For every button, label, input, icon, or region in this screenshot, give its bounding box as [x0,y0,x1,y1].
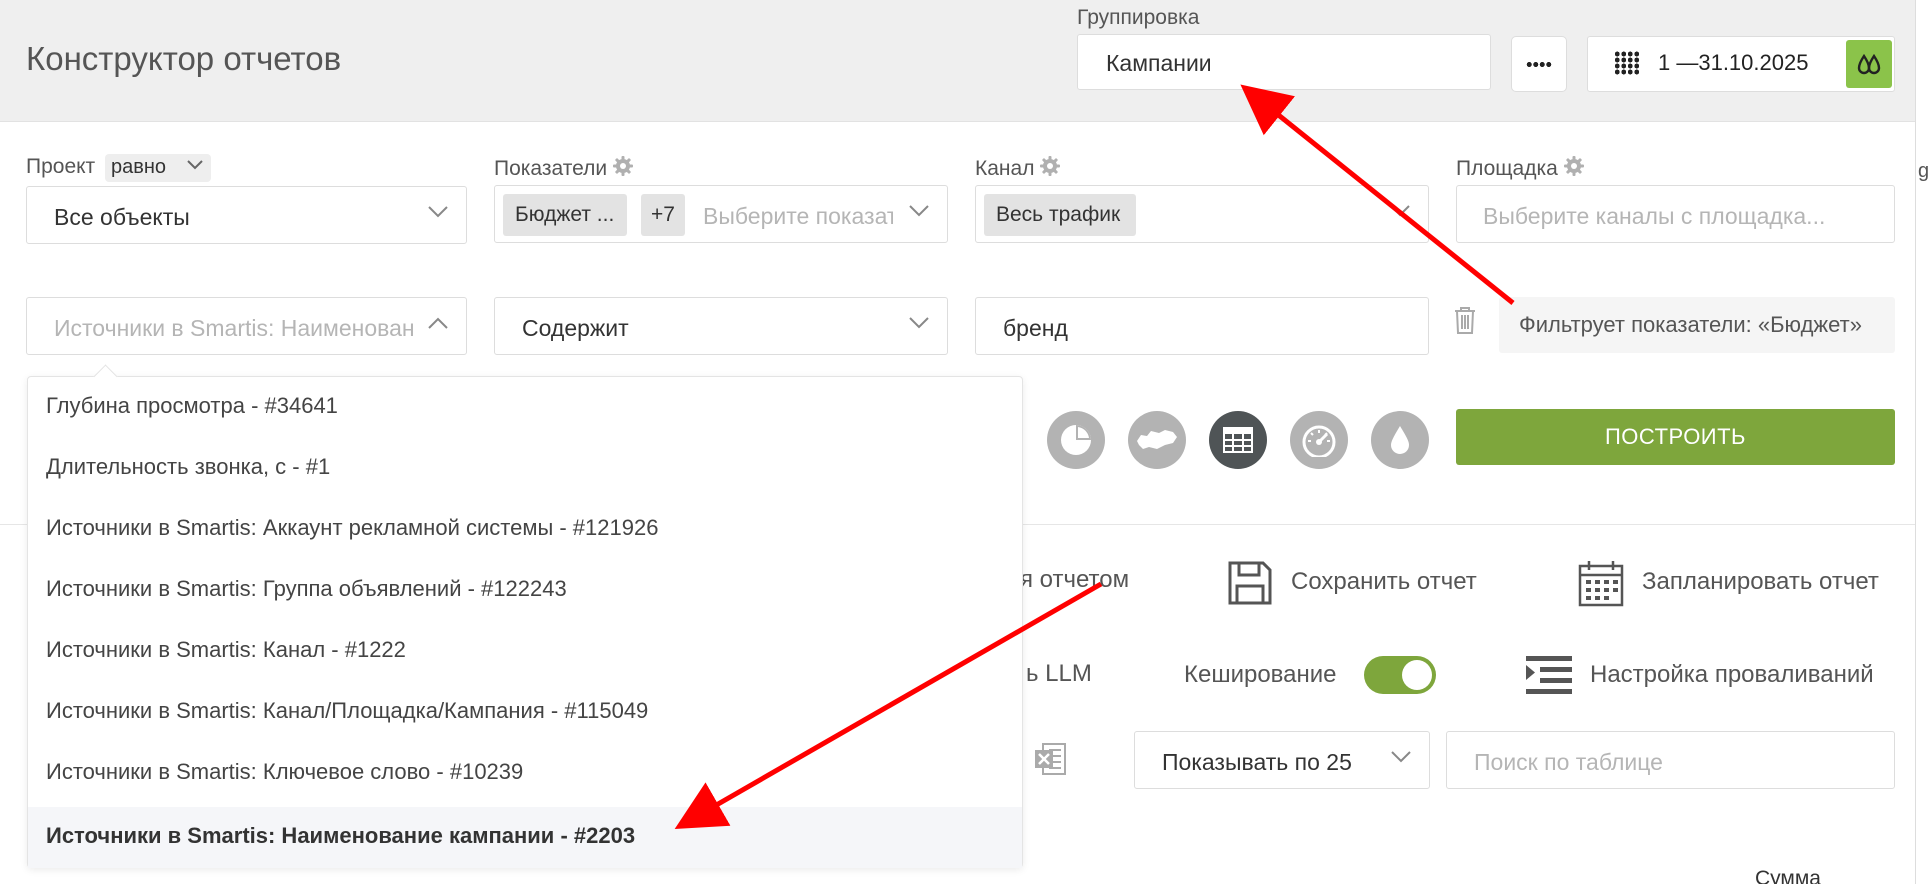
dots-icon [1526,61,1552,67]
save-report-button[interactable]: Сохранить отчет [1291,568,1477,596]
gauge-icon [1302,425,1336,457]
chevron-down-icon [909,205,929,217]
condition-value-input[interactable]: бренд [975,297,1429,355]
schedule-report-button[interactable]: Запланировать отчет [1642,568,1879,596]
header-bar: Конструктор отчетов Группировка Кампании… [0,0,1930,122]
calendar-icon [1578,561,1624,607]
dropdown-option[interactable]: Источники в Smartis: Аккаунт рекламной с… [28,499,1022,560]
dropdown-option[interactable]: Источники в Smartis: Канал/Площадка/Камп… [28,682,1022,743]
dropdown-option[interactable]: Источники в Smartis: Канал - #1222 [28,621,1022,682]
view-table-button[interactable] [1209,411,1267,469]
share-report-link[interactable]: я отчетом [1020,566,1129,594]
grouping-select[interactable]: Кампании [1077,34,1491,90]
condition-value-text: бренд [1003,315,1068,341]
toggle-knob [1402,660,1432,690]
sum-column-header: Сумма [1755,867,1821,884]
channel-label: Канал [975,155,1061,181]
excel-export-icon[interactable] [1033,742,1067,776]
drops-icon [1857,53,1881,75]
condition-field-select[interactable]: Источники в Smartis: Наименование кампан… [26,297,467,355]
drilldown-settings-button[interactable]: Настройка проваливаний [1590,661,1874,689]
project-operator-text: равно [111,156,167,178]
drilldown-list-icon [1526,656,1572,694]
dropdown-option[interactable]: Длительность звонка, с - #1 [28,438,1022,499]
llm-link[interactable]: ь LLM [1026,660,1092,688]
chevron-down-icon [428,206,448,218]
edge-text: g [1918,160,1930,182]
dropdown-option[interactable]: Источники в Smartis: Ключевое слово - #1… [28,743,1022,804]
condition-field-placeholder: Источники в Smartis: Наименование кампан… [54,315,414,341]
gear-icon[interactable] [1563,155,1585,177]
attribution-button[interactable] [1846,40,1892,88]
metrics-label-text: Показатели [494,157,608,180]
platform-select[interactable]: Выберите каналы с площадка... [1456,185,1895,243]
chevron-down-icon [187,160,203,170]
save-disk-icon [1228,561,1272,605]
platform-label-text: Площадка [1456,157,1558,180]
metrics-more-tag[interactable]: +7 [641,194,685,236]
caching-label: Кеширование [1184,661,1337,688]
channel-tag[interactable]: Весь трафик [984,194,1136,236]
channel-select[interactable]: Весь трафик [975,185,1429,243]
date-range-text: 1 —31.10.2025 [1658,50,1809,75]
metric-tag[interactable]: Бюджет ... [503,194,627,236]
view-drop-button[interactable] [1371,411,1429,469]
calendar-grid-icon [1614,51,1640,75]
field-dropdown-list: Глубина просмотра - #34641 Длительность … [27,376,1023,868]
chevron-down-icon [1391,751,1411,763]
trash-icon[interactable] [1453,305,1477,335]
table-search-placeholder: Поиск по таблице [1474,749,1663,775]
build-button[interactable]: ПОСТРОИТЬ [1456,409,1895,465]
dropdown-option-selected[interactable]: Источники в Smartis: Наименование кампан… [28,807,1022,868]
metrics-select[interactable]: Бюджет ... +7 Выберите показатели [494,185,948,243]
project-label: Проект [26,155,96,178]
chevron-down-icon [1390,205,1410,217]
grouping-label: Группировка [1077,6,1200,29]
page-title: Конструктор отчетов [26,40,342,77]
project-operator-select[interactable]: равно [105,154,211,182]
view-gauge-button[interactable] [1290,411,1348,469]
platform-label: Площадка [1456,155,1585,181]
dropdown-option[interactable]: Источники в Smartis: Группа объявлений -… [28,560,1022,621]
gear-icon[interactable] [612,155,634,177]
metrics-placeholder: Выберите показатели [703,203,893,229]
view-map-button[interactable] [1128,411,1186,469]
metrics-label: Показатели [494,155,634,181]
project-select[interactable]: Все объекты [26,186,467,244]
view-pie-button[interactable] [1047,411,1105,469]
table-icon [1223,427,1253,453]
table-search-input[interactable]: Поиск по таблице [1446,731,1895,789]
date-range-picker[interactable]: 1 —31.10.2025 [1587,36,1895,92]
condition-operator-value: Содержит [522,315,629,341]
project-value: Все объекты [54,204,190,230]
pie-chart-icon [1061,425,1091,455]
window-edge [1915,0,1930,884]
drop-icon [1391,426,1409,454]
platform-placeholder: Выберите каналы с площадка... [1483,203,1826,229]
condition-operator-select[interactable]: Содержит [494,297,948,355]
chevron-down-icon [909,317,929,329]
chevron-up-icon [428,317,448,329]
more-dots-button[interactable] [1511,36,1567,92]
gear-icon[interactable] [1039,155,1061,177]
map-icon [1137,430,1177,449]
channel-label-text: Канал [975,157,1035,180]
dropdown-option[interactable]: Глубина просмотра - #34641 [28,377,1022,438]
filter-note: Фильтрует показатели: «Бюджет» [1499,297,1895,353]
page-size-select[interactable]: Показывать по 25 [1134,731,1430,789]
page-size-value: Показывать по 25 [1162,749,1352,775]
caching-toggle[interactable] [1364,656,1436,694]
